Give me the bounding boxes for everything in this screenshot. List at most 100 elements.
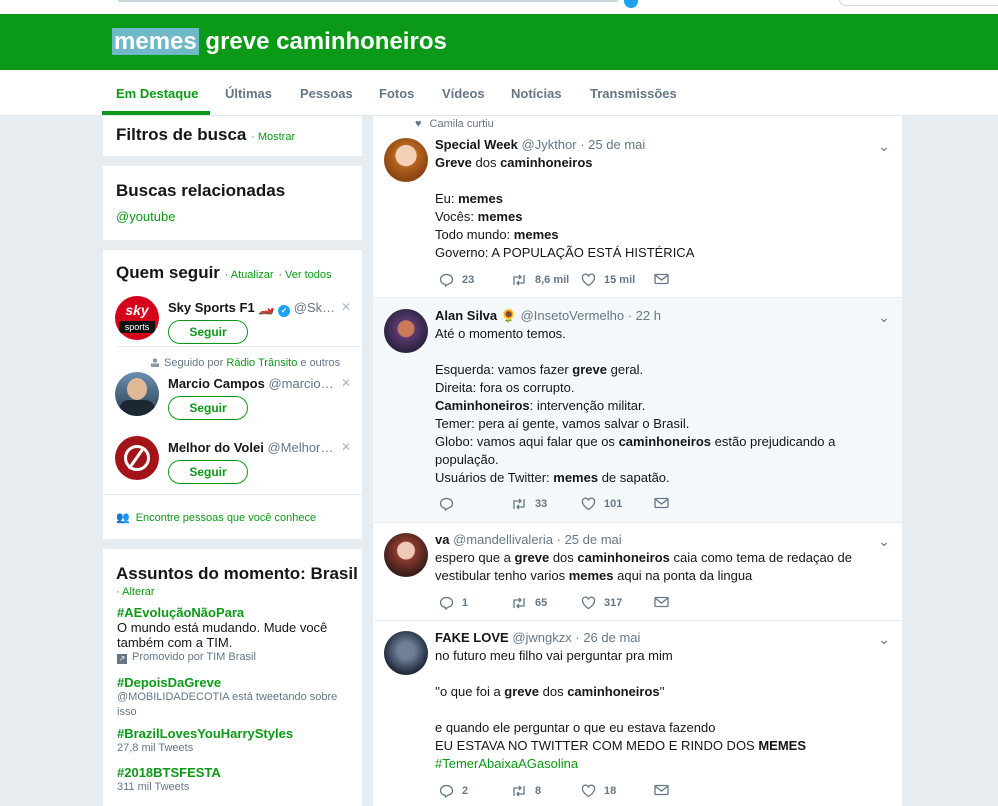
follow-user-name[interactable]: Melhor do Volei @Melhor…: [168, 440, 338, 455]
tweet-author-handle[interactable]: @InsetoVermelho: [521, 308, 625, 323]
reply-button[interactable]: 2: [439, 784, 468, 798]
people-icon: 👥: [116, 512, 130, 524]
tweet-author-name[interactable]: Alan Silva 🌻: [435, 308, 517, 323]
tweet-actions: 23 8,6 mil 15 mil: [435, 273, 695, 289]
avatar[interactable]: sky sports: [115, 296, 159, 340]
tweet-actions: 2 8 18: [435, 784, 695, 800]
tab-videos[interactable]: Vídeos: [442, 86, 485, 101]
retweet-button[interactable]: 65: [511, 596, 547, 610]
follow-suggestion: Marcio Campos @marcio… ✕ Seguir: [103, 366, 363, 426]
search-filters-card: Filtros de busca · Mostrar: [103, 116, 362, 156]
view-all-link[interactable]: · Ver todos: [278, 269, 331, 281]
envelope-icon: [654, 497, 669, 509]
retweet-icon: [513, 498, 525, 510]
tweet-text: no futuro meu filho vai perguntar pra mi…: [435, 648, 807, 771]
find-people-link[interactable]: 👥 Encontre pessoas que você conhece: [116, 511, 316, 524]
tweet-author-handle[interactable]: @jwngkzx: [512, 630, 571, 645]
refresh-link[interactable]: · Atualizar: [225, 269, 274, 281]
tweet[interactable]: va @mandellivaleria · 25 de mai ⌄ espero…: [373, 523, 902, 621]
trend-item[interactable]: #AEvoluçãoNãoPara O mundo está mudando. …: [117, 605, 357, 665]
tab-transmissoes[interactable]: Transmissões: [590, 86, 677, 101]
trend-tag[interactable]: #DepoisDaGreve: [117, 675, 357, 690]
like-button[interactable]: 101: [581, 497, 622, 511]
related-search-link[interactable]: @youtube: [116, 209, 175, 224]
tab-noticias[interactable]: Notícias: [511, 86, 562, 101]
avatar[interactable]: [384, 631, 428, 675]
like-button[interactable]: 15 mil: [581, 273, 635, 287]
heart-icon: ♥: [415, 118, 422, 130]
tweet-time[interactable]: · 26 de mai: [575, 630, 640, 645]
trends-title: Assuntos do momento: Brasil: [116, 564, 358, 583]
message-button[interactable]: [654, 497, 669, 509]
like-count: 317: [604, 597, 623, 609]
tab-em-destaque[interactable]: Em Destaque: [116, 86, 198, 101]
trend-item[interactable]: #2018BTSFESTA 311 mil Tweets: [117, 765, 357, 795]
retweet-button[interactable]: 33: [511, 497, 547, 511]
follow-user-name[interactable]: Sky Sports F1 🏎️ ✓ @Sk…: [168, 300, 338, 317]
tweet-author-name[interactable]: FAKE LOVE: [435, 630, 509, 645]
avatar[interactable]: [384, 533, 428, 577]
trend-tag[interactable]: #2018BTSFESTA: [117, 765, 357, 780]
tweet-time[interactable]: · 25 de mai: [557, 532, 622, 547]
trend-meta: 311 mil Tweets: [117, 781, 190, 793]
message-button[interactable]: [654, 784, 669, 796]
message-button[interactable]: [654, 273, 669, 285]
trend-tag[interactable]: #BrazilLovesYouHarryStyles: [117, 726, 357, 741]
trends-change-link[interactable]: · Alterar: [116, 586, 155, 598]
follow-user-name[interactable]: Marcio Campos @marcio…: [168, 376, 338, 391]
chevron-down-icon[interactable]: ⌄: [878, 138, 890, 155]
tweet[interactable]: Alan Silva 🌻 @InsetoVermelho · 22 h ⌄ At…: [373, 298, 902, 523]
chevron-down-icon[interactable]: ⌄: [878, 631, 890, 648]
tab-fotos[interactable]: Fotos: [379, 86, 414, 101]
reply-button[interactable]: 23: [439, 273, 474, 287]
tweet-author-name[interactable]: va: [435, 532, 449, 547]
like-button[interactable]: 317: [581, 596, 622, 610]
reply-button[interactable]: 1: [439, 596, 468, 610]
tweet-time[interactable]: · 25 de mai: [580, 137, 645, 152]
like-button[interactable]: 18: [581, 784, 616, 798]
like-icon: [581, 784, 596, 798]
follow-button[interactable]: Seguir: [168, 320, 248, 344]
avatar[interactable]: [115, 372, 159, 416]
tab-pessoas[interactable]: Pessoas: [300, 86, 353, 101]
top-search-box[interactable]: [838, 0, 998, 6]
reply-button[interactable]: [439, 497, 462, 511]
avatar[interactable]: [384, 309, 428, 353]
trend-item[interactable]: #DepoisDaGreve @MOBILIDADECOTIA está twe…: [117, 675, 357, 720]
trend-item[interactable]: #BrazilLovesYouHarryStyles 27,8 mil Twee…: [117, 726, 357, 756]
notification-dot-icon: [624, 0, 638, 8]
tweet-context: ♥ Camila curtiu: [415, 118, 494, 130]
retweet-button[interactable]: 8,6 mil: [511, 273, 569, 287]
dismiss-icon[interactable]: ✕: [341, 376, 351, 390]
tweet-text: Até o momento temos. Esquerda: vamos faz…: [435, 326, 836, 485]
tweet[interactable]: FAKE LOVE @jwngkzx · 26 de mai ⌄ no futu…: [373, 621, 902, 806]
chevron-down-icon[interactable]: ⌄: [878, 533, 890, 550]
tweet-actions: 33 101: [435, 497, 695, 513]
related-searches-card: Buscas relacionadas @youtube: [103, 166, 362, 240]
tweet-author-handle[interactable]: @mandellivaleria: [453, 532, 553, 547]
trend-description: O mundo está mudando. Mude você também c…: [117, 620, 328, 650]
tab-ultimas[interactable]: Últimas: [225, 86, 272, 101]
tweet-time[interactable]: · 22 h: [628, 308, 661, 323]
trend-tag[interactable]: #AEvoluçãoNãoPara: [117, 605, 357, 620]
dismiss-icon[interactable]: ✕: [341, 300, 351, 314]
avatar[interactable]: [115, 436, 159, 480]
retweet-count: 33: [535, 498, 548, 510]
avatar[interactable]: [384, 138, 428, 182]
retweet-button[interactable]: 8: [511, 784, 541, 798]
retweet-icon: [513, 274, 525, 286]
tweet-text: espero que a greve dos caminhoneiros cai…: [435, 550, 852, 583]
tweet-author-name[interactable]: Special Week: [435, 137, 518, 152]
retweet-icon: [513, 597, 525, 609]
follow-button[interactable]: Seguir: [168, 396, 248, 420]
follow-button[interactable]: Seguir: [168, 460, 248, 484]
message-button[interactable]: [654, 596, 669, 608]
search-filters-show-link[interactable]: · Mostrar: [251, 131, 295, 143]
chevron-down-icon[interactable]: ⌄: [878, 309, 890, 326]
retweet-count: 8,6 mil: [535, 274, 570, 286]
active-tab-indicator: [102, 111, 210, 115]
dismiss-icon[interactable]: ✕: [341, 440, 351, 454]
tweet[interactable]: ♥ Camila curtiu Special Week @Jykthor · 2…: [373, 116, 902, 298]
search-filters-title: Filtros de busca · Mostrar: [116, 125, 296, 144]
tweet-author-handle[interactable]: @Jykthor: [522, 137, 577, 152]
